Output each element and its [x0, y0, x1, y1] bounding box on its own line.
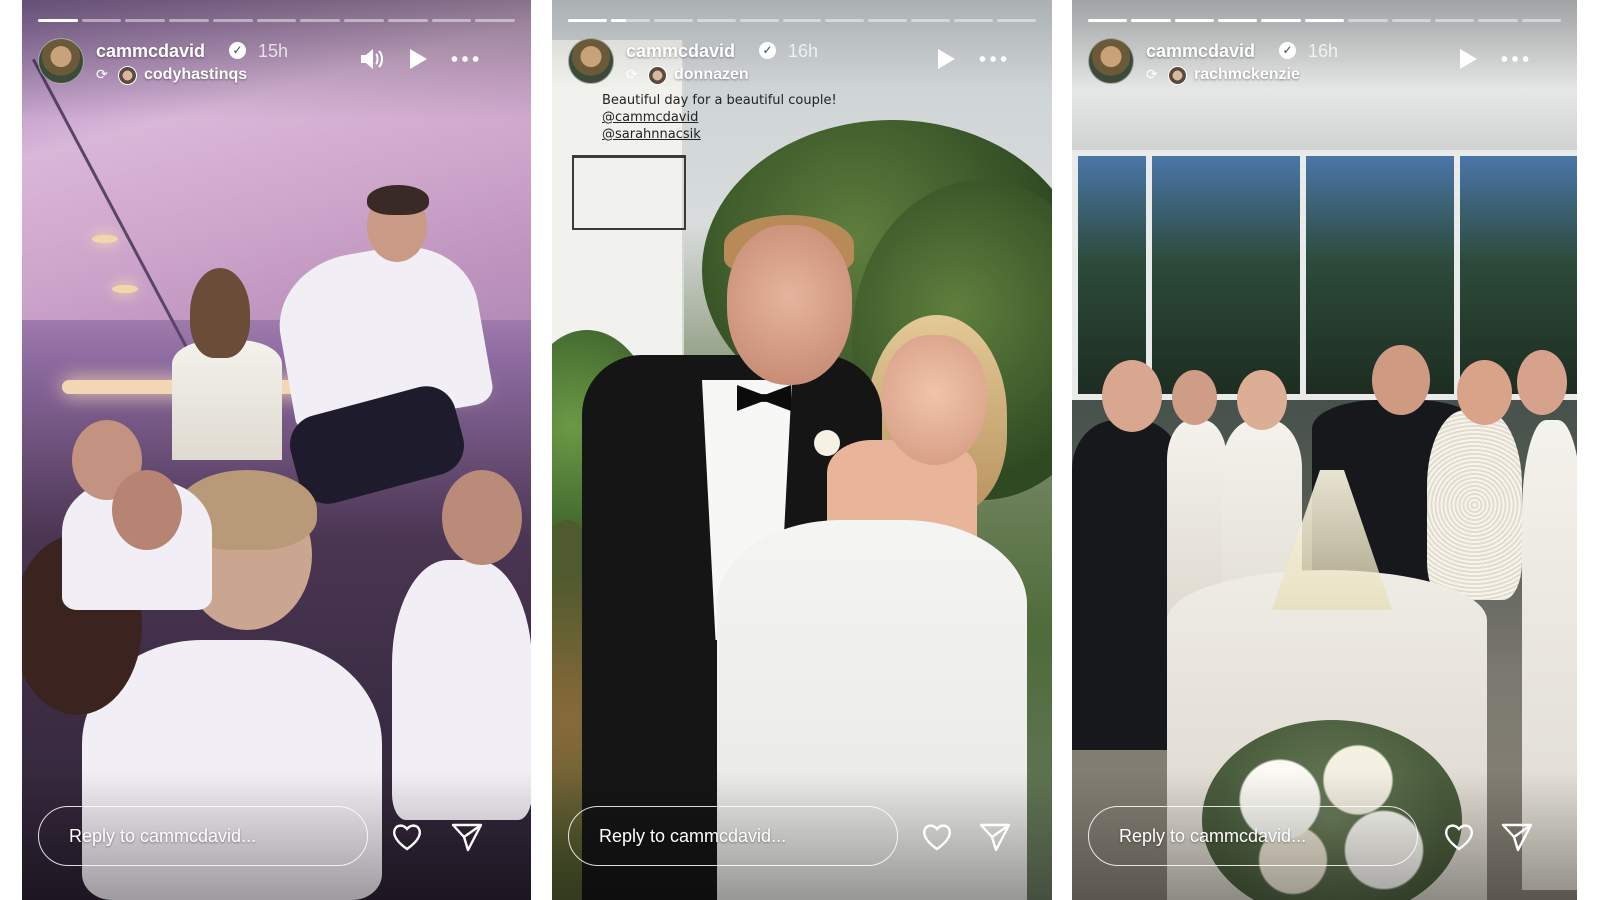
- progress-segment: [169, 19, 209, 22]
- play-icon[interactable]: [930, 44, 960, 74]
- reposted-username: rachmckenzie: [1194, 66, 1300, 83]
- send-icon[interactable]: [978, 820, 1012, 854]
- heart-icon[interactable]: [920, 820, 954, 854]
- story-panel-1[interactable]: cammcdavid ✓ 15h ⟳ codyhastinqs Reply to…: [22, 0, 531, 900]
- progress-segment: [825, 19, 865, 22]
- send-icon[interactable]: [450, 820, 484, 854]
- progress-segment: [256, 19, 297, 22]
- avatar[interactable]: [1088, 38, 1134, 84]
- progress-segment: [125, 19, 166, 22]
- progress-segment: [782, 19, 822, 22]
- username[interactable]: cammcdavid: [626, 41, 735, 62]
- progress-segment: [1131, 19, 1171, 22]
- story-footer: Reply to cammcdavid...: [38, 806, 515, 870]
- story-photo-champagne-tower: [1072, 0, 1577, 900]
- story-progress-bar: [568, 19, 1036, 22]
- verified-badge-icon: ✓: [1279, 42, 1296, 59]
- progress-segment: [696, 19, 736, 22]
- progress-segment: [1521, 19, 1561, 22]
- progress-segment: [81, 19, 122, 22]
- more-icon[interactable]: [450, 44, 480, 74]
- progress-segment: [1304, 19, 1345, 22]
- progress-segment: [344, 19, 384, 22]
- post-time: 15h: [258, 41, 289, 61]
- heart-icon[interactable]: [1442, 820, 1476, 854]
- story-progress-bar: [1088, 19, 1561, 22]
- progress-segment: [431, 19, 472, 22]
- mention-link[interactable]: @sarahnnacsik: [602, 126, 837, 143]
- story-progress-bar: [38, 19, 516, 22]
- reply-input[interactable]: Reply to cammcdavid...: [38, 806, 368, 866]
- progress-segment: [610, 19, 650, 22]
- story-caption: Beautiful day for a beautiful couple! @c…: [602, 92, 837, 143]
- reposted-user-avatar: [648, 66, 667, 85]
- progress-segment: [1088, 19, 1128, 22]
- repost-icon: ⟳: [626, 66, 638, 82]
- progress-segment: [954, 19, 994, 22]
- username[interactable]: cammcdavid: [96, 41, 205, 62]
- repost-icon: ⟳: [96, 66, 108, 82]
- progress-segment: [1218, 19, 1258, 22]
- story-panel-3[interactable]: cammcdavid ✓ 16h ⟳ rachmckenzie Reply to…: [1072, 0, 1577, 900]
- progress-segment: [300, 19, 341, 22]
- post-time: 16h: [1308, 41, 1339, 61]
- story-header: cammcdavid ✓ 16h ⟳ donnazen: [568, 38, 1036, 86]
- reposted-username: donnazen: [674, 66, 749, 83]
- mention-link[interactable]: @cammcdavid: [602, 109, 837, 126]
- reposted-user-avatar: [1168, 66, 1187, 85]
- progress-segment: [1174, 19, 1215, 22]
- speaker-muted-icon[interactable]: [356, 44, 386, 74]
- caption-text: Beautiful day for a beautiful couple!: [602, 93, 837, 108]
- progress-segment: [911, 19, 951, 22]
- username[interactable]: cammcdavid: [1146, 41, 1255, 62]
- verified-badge-icon: ✓: [759, 42, 776, 59]
- story-header: cammcdavid ✓ 16h ⟳ rachmckenzie: [1088, 38, 1561, 86]
- reply-input[interactable]: Reply to cammcdavid...: [1088, 806, 1418, 866]
- send-icon[interactable]: [1500, 820, 1534, 854]
- progress-segment: [739, 19, 779, 22]
- progress-segment: [1434, 19, 1475, 22]
- progress-segment: [1348, 19, 1388, 22]
- play-icon[interactable]: [402, 44, 432, 74]
- story-footer: Reply to cammcdavid...: [568, 806, 1036, 870]
- more-icon[interactable]: [978, 44, 1008, 74]
- story-header: cammcdavid ✓ 15h ⟳ codyhastinqs: [38, 38, 515, 86]
- avatar[interactable]: [38, 38, 84, 84]
- progress-segment: [38, 19, 78, 22]
- progress-segment: [1261, 19, 1301, 22]
- progress-segment: [387, 19, 428, 22]
- more-icon[interactable]: [1500, 44, 1530, 74]
- avatar[interactable]: [568, 38, 614, 84]
- progress-segment: [997, 19, 1036, 22]
- reposted-user-avatar: [118, 66, 137, 85]
- repost-icon: ⟳: [1146, 66, 1158, 82]
- story-photo-reception: [22, 0, 531, 900]
- progress-segment: [868, 19, 908, 22]
- story-footer: Reply to cammcdavid...: [1088, 806, 1561, 870]
- play-icon[interactable]: [1452, 44, 1482, 74]
- story-panel-2[interactable]: cammcdavid ✓ 16h ⟳ donnazen Beautiful da…: [552, 0, 1052, 900]
- progress-segment: [475, 19, 516, 22]
- post-time: 16h: [788, 41, 819, 61]
- progress-segment: [568, 19, 607, 22]
- progress-segment: [1478, 19, 1518, 22]
- progress-segment: [212, 19, 253, 22]
- heart-icon[interactable]: [390, 820, 424, 854]
- reply-input[interactable]: Reply to cammcdavid...: [568, 806, 898, 866]
- progress-segment: [1391, 19, 1431, 22]
- progress-segment: [653, 19, 693, 22]
- verified-badge-icon: ✓: [229, 42, 246, 59]
- reposted-username: codyhastinqs: [144, 66, 248, 83]
